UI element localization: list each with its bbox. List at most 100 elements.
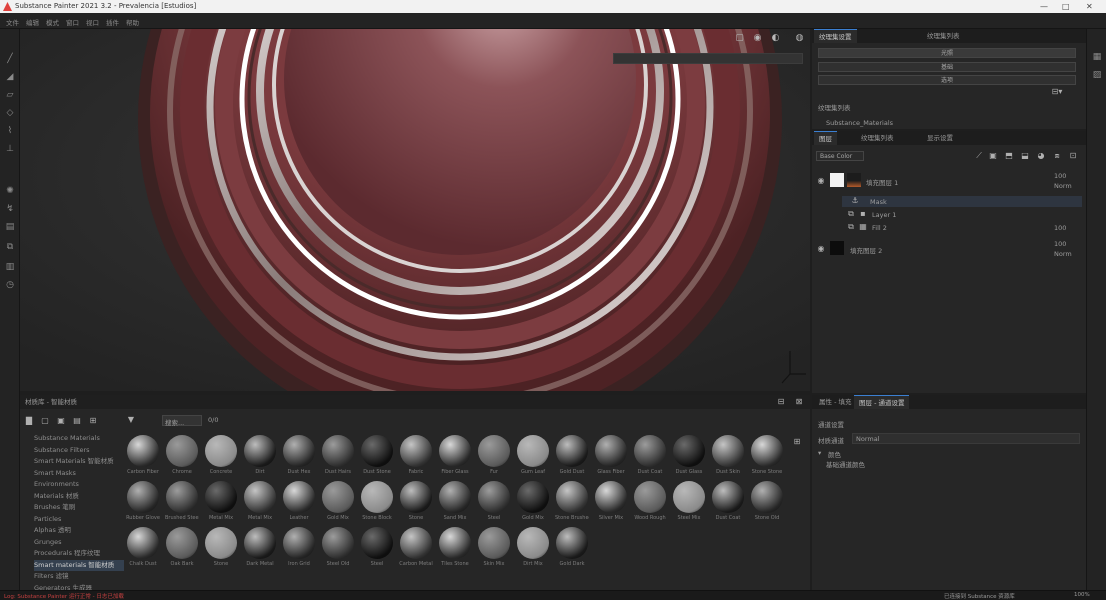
settings-icon[interactable]: ✺ <box>4 185 16 197</box>
new-folder-icon[interactable]: ▢ <box>40 416 50 426</box>
base-row[interactable]: 基础 <box>818 62 1076 72</box>
polygon-fill-icon[interactable]: ◇ <box>4 107 16 119</box>
layer-stack-icon[interactable]: ⧉ <box>4 241 16 253</box>
menu-window[interactable]: 窗口 <box>66 17 79 27</box>
options-row[interactable]: 选项 <box>818 75 1076 85</box>
maximize-button[interactable]: □ <box>1062 2 1070 11</box>
shelf-close-icon[interactable]: ⊠ <box>794 397 804 407</box>
duplicate-icon[interactable]: ⧈ <box>1052 151 1062 161</box>
material-thumbnail[interactable]: Fiber Glass <box>438 435 472 481</box>
shelf-tree-item[interactable]: Smart materials 智能材质 <box>34 559 124 571</box>
material-thumbnail[interactable]: Steel <box>477 481 511 527</box>
visibility-icon[interactable]: ◉ <box>816 244 826 254</box>
render-icon[interactable]: ◍ <box>794 33 805 44</box>
material-thumbnail[interactable]: Chrome <box>165 435 199 481</box>
folder-icon[interactable]: ▇ <box>24 416 34 426</box>
channel-dropdown[interactable]: Base Color <box>816 151 864 161</box>
material-thumbnail[interactable]: Steel Old <box>321 527 355 573</box>
close-button[interactable]: ✕ <box>1086 2 1093 11</box>
material-thumbnail[interactable]: Dust Stone <box>360 435 394 481</box>
material-thumbnail[interactable]: Gold Mix <box>321 481 355 527</box>
picker-icon[interactable]: ↯ <box>4 203 16 215</box>
section-toggle[interactable]: ▾ <box>818 449 821 457</box>
material-thumbnail[interactable]: Dust Coat <box>633 435 667 481</box>
tab-layers-texture-list[interactable]: 纹理集列表 <box>856 131 899 145</box>
lighting-button[interactable]: 光照 <box>818 48 1076 58</box>
minimize-button[interactable]: — <box>1040 2 1048 11</box>
material-thumbnail[interactable]: Steel <box>360 527 394 573</box>
material-thumbnail[interactable]: Leather <box>282 481 316 527</box>
shelf-tree-item[interactable]: Smart Materials 智能材质 <box>34 456 124 467</box>
camera-icon[interactable]: ◉ <box>752 33 763 44</box>
projection-icon[interactable]: ▱ <box>4 89 16 101</box>
material-thumbnail[interactable]: Dust Hex <box>282 435 316 481</box>
frame-icon[interactable]: ▢ <box>734 33 745 44</box>
visibility-icon[interactable]: ◉ <box>816 176 826 186</box>
material-thumbnail[interactable]: Gold Dust <box>555 435 589 481</box>
menu-mode[interactable]: 模式 <box>46 17 59 27</box>
material-thumbnail[interactable]: Fur <box>477 435 511 481</box>
material-thumbnail[interactable]: Gold Mix <box>516 481 550 527</box>
shelf-tree-item[interactable]: Materials 材质 <box>34 491 124 502</box>
material-thumbnail[interactable]: Stone Stone <box>750 435 784 481</box>
layer-name[interactable]: 填充图层 1 <box>866 177 898 187</box>
material-thumbnail[interactable]: Rubber Glove <box>126 481 160 527</box>
filter-icon[interactable]: ▼ <box>126 415 136 425</box>
material-thumbnail[interactable]: Tiles Stone <box>438 527 472 573</box>
shelf-tree-item[interactable]: Filters 滤镜 <box>34 571 124 582</box>
search-input[interactable]: 搜索... <box>162 415 202 427</box>
bake-icon[interactable]: ▤ <box>4 221 16 233</box>
texture-set-item[interactable]: Substance_Materials <box>826 119 893 127</box>
layer-row[interactable]: ◉ 填充图层 2 100 Norm <box>812 237 1086 261</box>
material-thumbnail[interactable]: Metal Mix <box>204 481 238 527</box>
shelf-tree-item[interactable]: Particles <box>34 514 124 525</box>
viewport-render[interactable] <box>20 29 810 391</box>
eraser-icon[interactable]: ◢ <box>4 71 16 83</box>
layer-blend[interactable]: Norm <box>1054 182 1072 190</box>
add-folder-icon[interactable]: ◕ <box>1036 151 1046 161</box>
light-icon[interactable]: ◐ <box>770 33 781 44</box>
layer-row[interactable]: ⚓ Mask <box>842 196 1082 207</box>
tab-texture-set-list[interactable]: 纹理集列表 <box>922 29 965 43</box>
menu-edit[interactable]: 编辑 <box>26 17 39 27</box>
shelf-tree-item[interactable]: Environments <box>34 479 124 490</box>
shader-icon[interactable]: ▨ <box>1091 69 1103 81</box>
material-thumbnail[interactable]: Metal Mix <box>243 481 277 527</box>
layer-opacity[interactable]: 100 <box>1054 172 1066 180</box>
material-thumbnail[interactable]: Stone Old <box>750 481 784 527</box>
material-thumbnail[interactable]: Brushed Steel <box>165 481 199 527</box>
material-thumbnail[interactable]: Dust Coat <box>711 481 745 527</box>
layer-opacity[interactable]: 100 <box>1054 240 1066 248</box>
material-thumbnail[interactable]: Glass Fiber <box>594 435 628 481</box>
document-icon[interactable]: ▥ <box>4 261 16 273</box>
tree-options-icon[interactable]: ⊞ <box>88 416 98 426</box>
material-thumbnail[interactable]: Stone <box>204 527 238 573</box>
material-thumbnail[interactable]: Silver Mix <box>594 481 628 527</box>
layer-name[interactable]: 填充图层 2 <box>850 245 882 255</box>
import-icon[interactable]: ▣ <box>56 416 66 426</box>
mask-name[interactable]: Mask <box>870 198 887 206</box>
menu-help[interactable]: 帮助 <box>126 17 139 27</box>
material-thumbnail[interactable]: Skin Mix <box>477 527 511 573</box>
channel-field[interactable]: Normal <box>852 433 1080 444</box>
camera-selector[interactable] <box>613 53 803 64</box>
clone-icon[interactable]: ⊥ <box>4 143 16 155</box>
layer-name[interactable]: Fill 2 <box>872 224 887 232</box>
shelf-tree-item[interactable]: Procedurals 程序纹理 <box>34 548 124 559</box>
menu-file[interactable]: 文件 <box>6 17 19 27</box>
material-thumbnail[interactable]: Stone Brushed <box>555 481 589 527</box>
shelf-tree-item[interactable]: Substance Filters <box>34 445 124 456</box>
material-thumbnail[interactable]: Concrete <box>204 435 238 481</box>
shelf-tree-item[interactable]: Brushes 笔刷 <box>34 502 124 513</box>
add-effect-icon[interactable]: ⟋ <box>974 151 984 161</box>
material-thumbnail[interactable]: Oak Bark <box>165 527 199 573</box>
delete-icon[interactable]: ⊡ <box>1068 151 1078 161</box>
grid-view-icon[interactable]: ⊞ <box>792 437 802 447</box>
material-thumbnail[interactable]: Stone Block <box>360 481 394 527</box>
texture-set-options-icon[interactable]: ⊟▾ <box>1042 87 1072 97</box>
layer-row[interactable]: ◉ 填充图层 1 100 Norm <box>812 169 1086 193</box>
material-thumbnail[interactable]: Dust Skin <box>711 435 745 481</box>
material-thumbnail[interactable]: Wood Rough <box>633 481 667 527</box>
add-fill-icon[interactable]: ⬒ <box>1004 151 1014 161</box>
material-thumbnail[interactable]: Steel Mix <box>672 481 706 527</box>
